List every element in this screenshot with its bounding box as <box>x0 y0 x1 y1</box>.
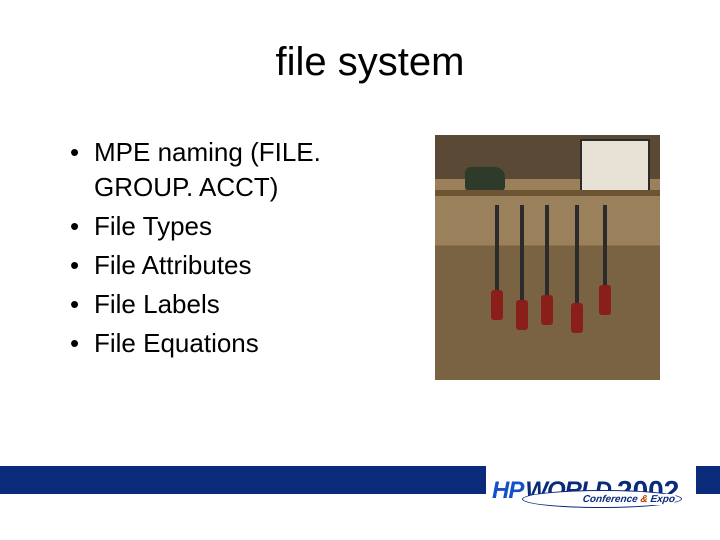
shelf-icon <box>435 190 660 196</box>
pliers-icon <box>603 205 607 290</box>
pliers-icon <box>545 205 549 300</box>
logo-sub-conference: Conference <box>582 494 639 505</box>
slide: file system MPE naming (FILE. GROUP. ACC… <box>0 0 720 540</box>
logo-sub-expo: Expo <box>650 494 676 505</box>
bullet-text: File Equations <box>94 328 259 358</box>
bullet-item: File Attributes <box>70 248 410 283</box>
workbench-image <box>435 135 660 380</box>
content-row: MPE naming (FILE. GROUP. ACCT) File Type… <box>70 135 670 380</box>
hpworld-logo: HP WORLD 2002 Conference & Expo <box>486 462 696 520</box>
tool-handle-icon <box>516 300 528 330</box>
tool-handle-icon <box>491 290 503 320</box>
bullet-item: File Types <box>70 209 410 244</box>
tool-handle-icon <box>571 303 583 333</box>
pliers-icon <box>495 205 499 295</box>
bullet-text: File Types <box>94 211 212 241</box>
slide-title: file system <box>70 40 670 85</box>
tool-handle-icon <box>599 285 611 315</box>
pliers-icon <box>520 205 524 305</box>
logo-hp-text: HP <box>492 477 523 505</box>
dinosaur-figurine-icon <box>465 167 505 191</box>
bullet-item: File Equations <box>70 326 410 361</box>
pliers-icon <box>575 205 579 310</box>
logo-sub-amp: & <box>640 494 649 505</box>
bullet-text: MPE naming (FILE. GROUP. ACCT) <box>94 137 321 202</box>
bullet-item: File Labels <box>70 287 410 322</box>
framed-photo-icon <box>580 139 650 194</box>
bullet-item: MPE naming (FILE. GROUP. ACCT) <box>70 135 410 205</box>
bullet-text: File Attributes <box>94 250 252 280</box>
bullet-list: MPE naming (FILE. GROUP. ACCT) File Type… <box>70 135 410 366</box>
logo-subtitle: Conference & Expo <box>582 494 676 505</box>
tool-handle-icon <box>541 295 553 325</box>
bullet-text: File Labels <box>94 289 220 319</box>
